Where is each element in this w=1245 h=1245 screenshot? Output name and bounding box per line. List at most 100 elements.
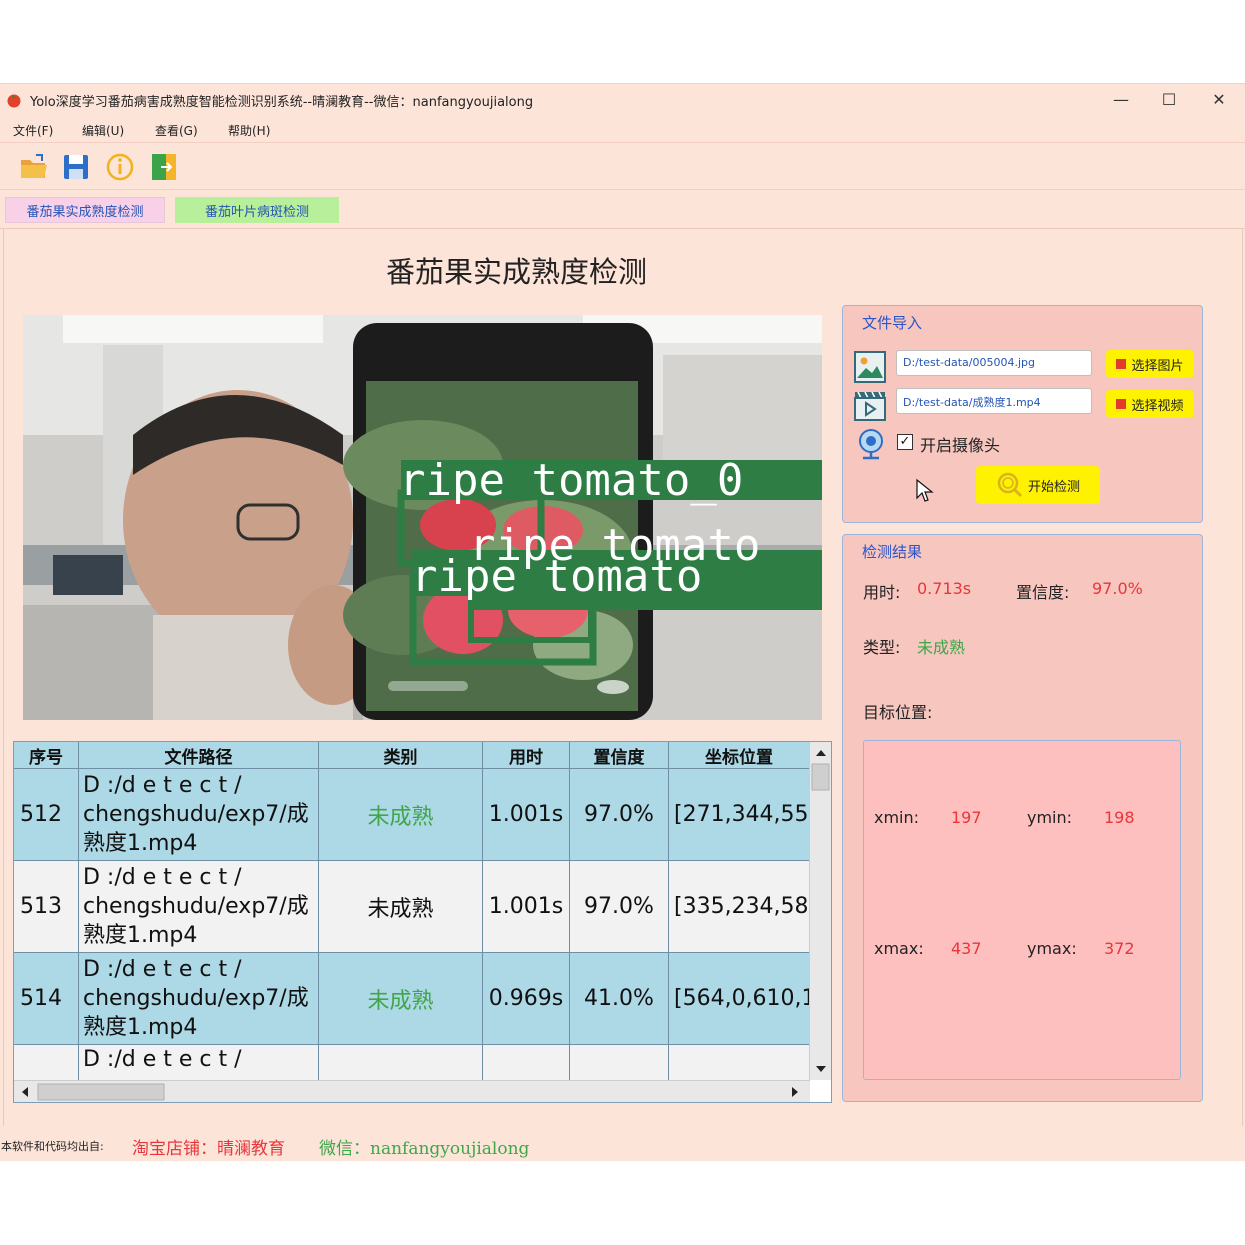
header-coords[interactable]: 坐标位置 [669, 742, 810, 769]
path-line: D :/d e t e c t / [83, 865, 242, 890]
cell-class [319, 1045, 483, 1080]
header-time[interactable]: 用时 [483, 742, 570, 769]
select-video-button[interactable]: 选择视频 [1106, 390, 1194, 418]
close-button[interactable]: ✕ [1195, 84, 1243, 114]
cell-index: 513 [14, 861, 79, 952]
header-confidence[interactable]: 置信度 [570, 742, 669, 769]
cell-coords [669, 1045, 810, 1080]
tab-bar: 番茄果实成熟度检测 番茄叶片病斑检测 [0, 191, 1245, 229]
ymin-label: ymin: [1027, 808, 1073, 827]
app-window: Yolo深度学习番茄病害成熟度智能检测识别系统--晴澜教育--微信：nanfan… [0, 83, 1245, 1161]
cell-coords: [335,234,585 [674, 894, 810, 919]
path-line: 熟度1.mp4 [83, 831, 198, 856]
toolbar [0, 142, 1245, 190]
cell-class: 未成熟 [319, 861, 483, 952]
start-detection-button[interactable]: 开始检测 [976, 466, 1100, 504]
cell-class: 未成熟 [319, 953, 483, 1044]
start-detection-label: 开始检测 [1027, 479, 1080, 495]
minimize-button[interactable]: — [1097, 84, 1145, 114]
scroll-right-icon [792, 1087, 798, 1097]
time-value: 0.713s [917, 579, 972, 598]
main-content: 番茄果实成熟度检测 ripe tomato_0 ripe tomato ripe… [3, 229, 1243, 1126]
menu-edit[interactable]: 编辑(U) [82, 122, 124, 139]
open-folder-icon[interactable] [18, 151, 50, 183]
select-video-label: 选择视频 [1131, 398, 1184, 414]
menu-bar: 文件(F) 编辑(U) 查看(G) 帮助(H) [0, 114, 1245, 142]
xmax-label: xmax: [874, 939, 924, 958]
menu-help[interactable]: 帮助(H) [228, 122, 270, 139]
position-label: 目标位置: [863, 703, 933, 722]
ymax-value: 372 [1104, 939, 1135, 958]
footer-prefix: 本软件和代码均出自: [1, 1140, 104, 1153]
tab-fruit-ripeness[interactable]: 番茄果实成熟度检测 [5, 197, 165, 223]
camera-checkbox-label: 开启摄像头 [920, 436, 1001, 455]
vertical-scrollbar[interactable] [809, 742, 831, 1080]
confidence-value: 97.0% [1092, 579, 1143, 598]
window-title: Yolo深度学习番茄病害成熟度智能检测识别系统--晴澜教育--微信：nanfan… [30, 95, 534, 110]
title-bar: Yolo深度学习番茄病害成熟度智能检测识别系统--晴澜教育--微信：nanfan… [0, 84, 1245, 114]
scroll-up-icon [816, 750, 826, 756]
horizontal-scrollbar[interactable] [14, 1080, 810, 1102]
xmin-value: 197 [951, 808, 982, 827]
cell-time: 1.001s [483, 769, 570, 860]
xmin-label: xmin: [874, 808, 920, 827]
detection-label: ripe tomato [411, 551, 702, 602]
path-line: 熟度1.mp4 [83, 1015, 198, 1040]
cell-index: 514 [14, 953, 79, 1044]
ymin-value: 198 [1104, 808, 1135, 827]
cell-confidence: 41.0% [570, 953, 669, 1044]
cell-time: 0.969s [483, 953, 570, 1044]
video-path-input[interactable]: D:/test-data/成熟度1.mp4 [896, 388, 1092, 414]
cell-index: 512 [14, 769, 79, 860]
page-title: 番茄果实成熟度检测 [386, 255, 648, 289]
header-file-path[interactable]: 文件路径 [79, 742, 319, 769]
exit-icon[interactable] [148, 151, 180, 183]
detection-results-title: 检测结果 [862, 543, 923, 561]
ymax-label: ymax: [1027, 939, 1077, 958]
type-value: 未成熟 [917, 638, 966, 657]
table-row[interactable]: 513 D :/d e t e c t / chengshudu/exp7/成 … [14, 861, 810, 953]
select-image-label: 选择图片 [1131, 358, 1184, 374]
table-row[interactable]: D :/d e t e c t / [14, 1045, 810, 1080]
path-line: D :/d e t e c t / [83, 773, 242, 798]
cell-index [14, 1045, 79, 1080]
scroll-left-icon [22, 1087, 28, 1097]
confidence-label: 置信度: [1016, 583, 1070, 602]
cell-class: 未成熟 [319, 769, 483, 860]
header-index[interactable]: 序号 [14, 742, 79, 769]
scroll-thumb [811, 763, 830, 791]
detection-results-panel: 检测结果 用时: 0.713s 置信度: 97.0% 类型: 未成熟 目标位置:… [842, 534, 1203, 1102]
menu-file[interactable]: 文件(F) [13, 122, 53, 139]
maximize-button[interactable]: ☐ [1145, 84, 1193, 114]
cell-confidence [570, 1045, 669, 1080]
table-row[interactable]: 514 D :/d e t e c t / chengshudu/exp7/成 … [14, 953, 810, 1045]
info-icon[interactable] [104, 151, 136, 183]
cell-path: D :/d e t e c t / chengshudu/exp7/成 熟度1.… [79, 953, 319, 1044]
camera-preview: ripe tomato_0 ripe tomato ripe tomato [23, 315, 822, 720]
header-class[interactable]: 类别 [319, 742, 483, 769]
file-import-title: 文件导入 [862, 314, 923, 332]
results-table[interactable]: 序号 文件路径 类别 用时 置信度 坐标位置 512 D :/d e t e c… [13, 741, 832, 1103]
path-line: D :/d e t e c t / [83, 957, 242, 982]
cell-path: D :/d e t e c t / chengshudu/exp7/成 熟度1.… [79, 769, 319, 860]
save-icon[interactable] [60, 151, 92, 183]
cell-confidence: 97.0% [570, 769, 669, 860]
select-image-button[interactable]: 选择图片 [1106, 350, 1194, 378]
path-line: chengshudu/exp7/成 [83, 986, 309, 1011]
scroll-down-icon [816, 1066, 826, 1072]
video-icon [854, 391, 886, 421]
tab-leaf-disease[interactable]: 番茄叶片病斑检测 [175, 197, 339, 223]
webcam-icon [859, 429, 883, 460]
path-line: chengshudu/exp7/成 [83, 802, 309, 827]
magnifier-icon [997, 472, 1023, 498]
menu-view[interactable]: 查看(G) [155, 122, 198, 139]
xmax-value: 437 [951, 939, 982, 958]
file-import-panel: 文件导入 D:/test-data/005004.jpg 选择图片 D:/tes… [842, 305, 1203, 523]
table-row[interactable]: 512 D :/d e t e c t / chengshudu/exp7/成 … [14, 769, 810, 861]
type-label: 类型: [863, 638, 901, 657]
image-path-input[interactable]: D:/test-data/005004.jpg [896, 350, 1092, 376]
cell-coords: [271,344,551 [674, 802, 810, 827]
cell-coords: [564,0,610,18 [674, 986, 810, 1011]
camera-checkbox[interactable]: ✓ [897, 434, 913, 450]
image-file-icon [1116, 359, 1127, 369]
